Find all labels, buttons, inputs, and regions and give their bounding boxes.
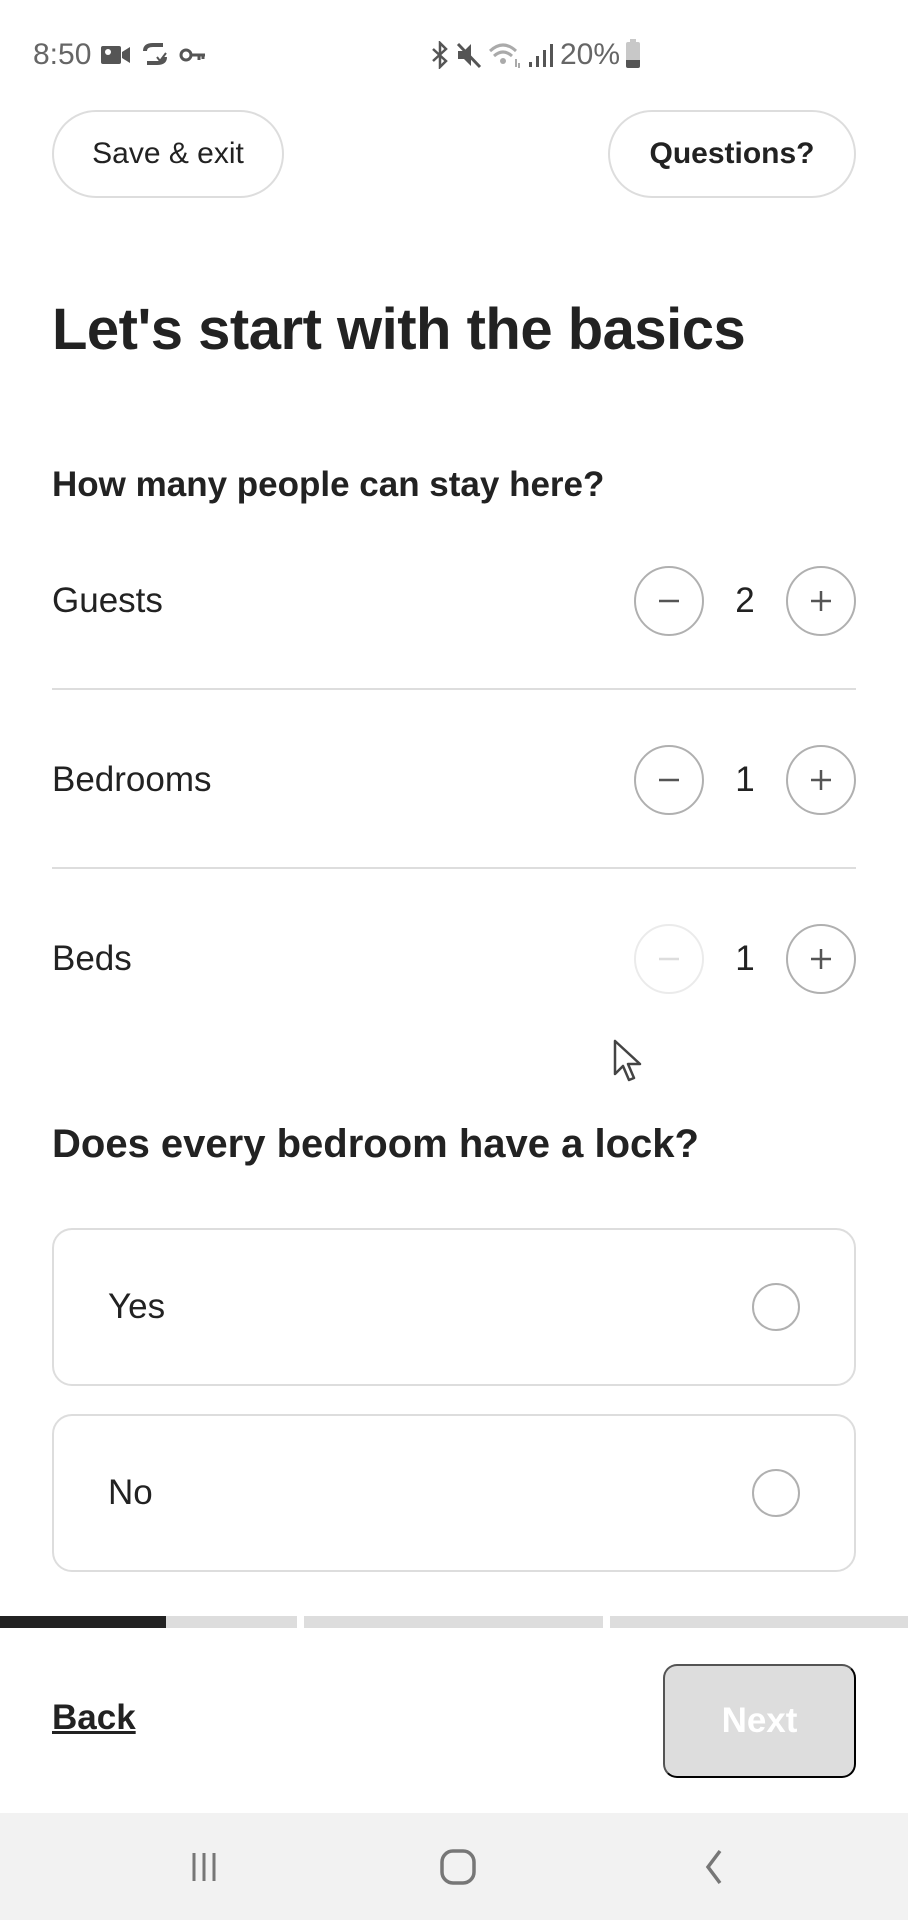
capacity-question: How many people can stay here? [52, 465, 605, 504]
counter-label: Beds [52, 939, 132, 978]
lock-option-no[interactable]: No [52, 1414, 856, 1572]
lock-option-yes[interactable]: Yes [52, 1228, 856, 1386]
plus-icon [811, 949, 831, 969]
counter-label: Bedrooms [52, 760, 212, 799]
counter-row-bedrooms: Bedrooms 1 [52, 735, 856, 825]
minus-icon [659, 599, 679, 603]
back-icon [705, 1849, 722, 1884]
status-right: 20% [430, 38, 641, 72]
progress-fill [0, 1616, 167, 1628]
key-icon [179, 46, 207, 64]
questions-button[interactable]: Questions? [608, 110, 856, 198]
counter-row-beds: Beds 1 [52, 914, 856, 1004]
home-icon [440, 1848, 476, 1885]
guests-value: 2 [735, 581, 755, 620]
signal-icon [528, 42, 554, 68]
radio-button[interactable] [752, 1469, 800, 1517]
battery-icon [626, 39, 641, 68]
guests-decrement-button[interactable] [634, 566, 704, 636]
bluetooth-icon [430, 41, 450, 69]
progress-segment-2 [304, 1616, 603, 1628]
mute-icon [456, 41, 482, 69]
mouse-cursor-icon [613, 1039, 642, 1082]
beds-stepper: 1 [634, 924, 856, 994]
counter-label: Guests [52, 581, 163, 620]
sync-check-icon [141, 43, 169, 67]
progress-segment-1 [0, 1616, 297, 1628]
recents-button[interactable] [144, 1813, 264, 1920]
beds-value: 1 [735, 939, 755, 978]
minus-icon [659, 778, 679, 782]
plus-icon [811, 591, 831, 611]
status-bar: 8:50 20% [0, 0, 908, 110]
page-title: Let's start with the basics [52, 297, 746, 362]
next-button[interactable]: Next [663, 1664, 856, 1778]
radio-label: No [108, 1473, 153, 1512]
bedrooms-stepper: 1 [634, 745, 856, 815]
beds-decrement-button[interactable] [634, 924, 704, 994]
radio-button[interactable] [752, 1283, 800, 1331]
divider [52, 688, 856, 690]
lock-question: Does every bedroom have a lock? [52, 1122, 699, 1166]
bedrooms-value: 1 [735, 760, 755, 799]
bedrooms-decrement-button[interactable] [634, 745, 704, 815]
bedrooms-increment-button[interactable] [786, 745, 856, 815]
plus-icon [811, 770, 831, 790]
minus-icon [659, 957, 679, 961]
back-nav-button[interactable] [654, 1813, 774, 1920]
progress-bar [0, 1616, 908, 1628]
battery-percent: 20% [560, 38, 621, 71]
divider [52, 867, 856, 869]
status-time: 8:50 [33, 38, 92, 71]
counter-row-guests: Guests 2 [52, 556, 856, 646]
back-link[interactable]: Back [52, 1698, 136, 1738]
video-camera-icon [101, 44, 131, 66]
wifi-icon [488, 41, 522, 69]
guests-increment-button[interactable] [786, 566, 856, 636]
radio-label: Yes [108, 1287, 166, 1326]
save-exit-button[interactable]: Save & exit [52, 110, 284, 198]
system-nav-bar [0, 1813, 908, 1920]
status-left: 8:50 [33, 38, 207, 72]
beds-increment-button[interactable] [786, 924, 856, 994]
progress-segment-3 [610, 1616, 908, 1628]
guests-stepper: 2 [634, 566, 856, 636]
home-button[interactable] [398, 1813, 518, 1920]
recents-icon [192, 1852, 216, 1881]
